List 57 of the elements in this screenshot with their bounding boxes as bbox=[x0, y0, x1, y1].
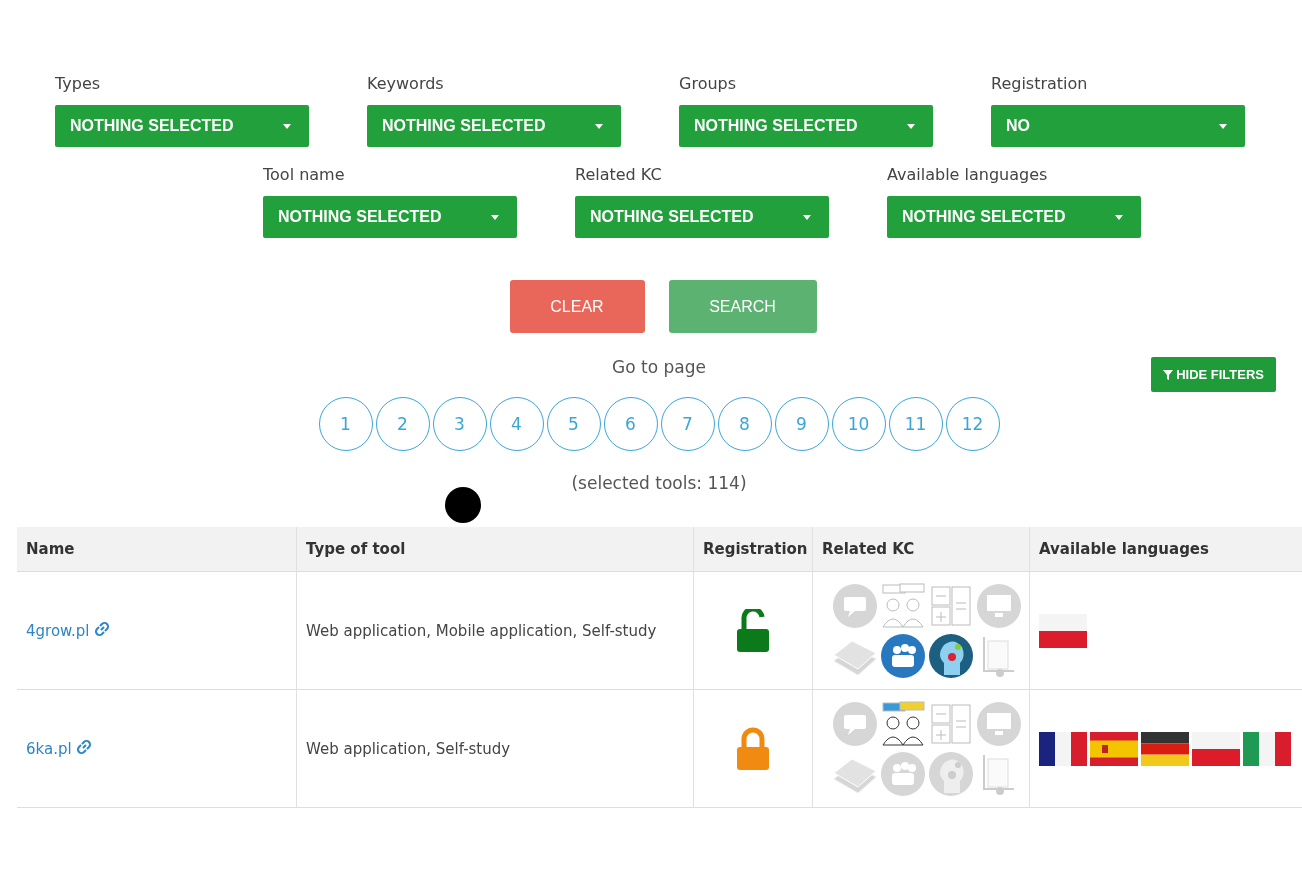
link-icon bbox=[94, 621, 111, 637]
page-button[interactable]: 8 bbox=[717, 397, 772, 451]
hide-filters-button[interactable]: HIDE FILTERS bbox=[1151, 357, 1276, 392]
dropdown-select[interactable]: NOTHING SELECTED bbox=[263, 196, 517, 238]
caret-icon bbox=[907, 123, 915, 129]
dropdown-select[interactable]: NOTHING SELECTED bbox=[55, 105, 309, 147]
link-icon bbox=[76, 739, 93, 755]
page-button[interactable]: 10 bbox=[831, 397, 886, 451]
page-button[interactable]: 9 bbox=[774, 397, 829, 451]
page-button[interactable]: 11 bbox=[888, 397, 943, 451]
caret-icon bbox=[283, 123, 291, 129]
filter-label: Types bbox=[55, 74, 102, 93]
tool-type: Web application, Self-study bbox=[306, 739, 511, 758]
flag-icon bbox=[1039, 731, 1087, 766]
filter-label: Registration bbox=[991, 74, 1089, 93]
flag-icon bbox=[1243, 731, 1291, 766]
search-button[interactable]: SEARCH bbox=[668, 280, 817, 333]
tool-link[interactable]: 6ka.pl bbox=[26, 739, 93, 758]
column-header: Type of tool bbox=[296, 527, 693, 572]
column-header: Related KC bbox=[812, 527, 1029, 572]
caret-icon bbox=[1219, 123, 1227, 129]
filter-label: Tool name bbox=[263, 165, 346, 184]
page-button[interactable]: 6 bbox=[603, 397, 658, 451]
filter-label: Related KC bbox=[575, 165, 663, 184]
selected-count: (selected tools: 114) bbox=[571, 473, 747, 493]
tool-link[interactable]: 4grow.pl bbox=[26, 621, 111, 640]
go-to-page-label: Go to page bbox=[612, 357, 706, 377]
filter-label: Groups bbox=[679, 74, 738, 93]
clear-button[interactable]: CLEAR bbox=[509, 280, 645, 333]
filter-label: Keywords bbox=[367, 74, 445, 93]
page-button[interactable]: 1 bbox=[318, 397, 373, 451]
tool-type: Web application, Mobile application, Self-study bbox=[306, 621, 657, 640]
page-button[interactable]: 7 bbox=[660, 397, 715, 451]
caret-icon bbox=[803, 214, 811, 220]
page-button[interactable]: 5 bbox=[546, 397, 601, 451]
filter-label: Available languages bbox=[887, 165, 1049, 184]
page-button[interactable]: 3 bbox=[432, 397, 487, 451]
filter-icon bbox=[1163, 369, 1174, 380]
dropdown-select[interactable]: NOTHING SELECTED bbox=[679, 105, 933, 147]
page-button[interactable]: 2 bbox=[375, 397, 430, 451]
column-header: Registration bbox=[693, 527, 812, 572]
flag-icon bbox=[1192, 731, 1240, 766]
dropdown-select[interactable]: NOTHING SELECTED bbox=[367, 105, 621, 147]
caret-icon bbox=[595, 123, 603, 129]
dropdown-select[interactable]: NOTHING SELECTED bbox=[887, 196, 1141, 238]
flag-icon bbox=[1090, 731, 1138, 766]
page-button[interactable]: 4 bbox=[489, 397, 544, 451]
page-button[interactable]: 12 bbox=[945, 397, 1000, 451]
flag-icon bbox=[1141, 731, 1189, 766]
column-header: Name bbox=[17, 527, 296, 572]
caret-icon bbox=[1115, 214, 1123, 220]
cursor-dot bbox=[445, 487, 481, 523]
column-header: Available languages bbox=[1029, 527, 1302, 572]
dropdown-select[interactable]: NOTHING SELECTED bbox=[575, 196, 829, 238]
dropdown-select[interactable]: NO bbox=[991, 105, 1245, 147]
caret-icon bbox=[491, 214, 499, 220]
flag-icon bbox=[1039, 613, 1087, 648]
